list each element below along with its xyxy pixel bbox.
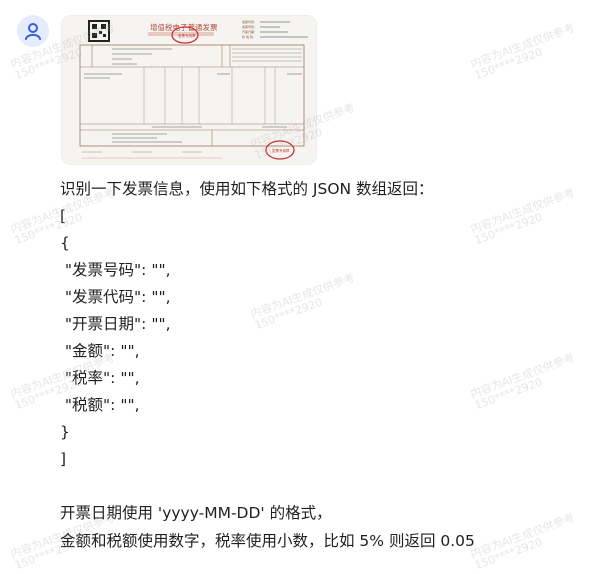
message-line: 识别一下发票信息，使用如下格式的 JSON 数组返回： [60,180,434,198]
watermark-line: 150****2920 [472,375,545,413]
watermark-line: 150****2920 [12,210,85,248]
message-line: "发票号码": "", [60,261,171,279]
watermark-line: 150****2920 [472,210,545,248]
message-line: "开票日期": "", [60,315,171,333]
message-line: 开票日期使用 'yyyy-MM-DD' 的格式， [60,504,332,522]
message-line: "发票代码": "", [60,288,171,306]
message-line: } [60,423,70,441]
watermark-line: 内容为AI生成仅供参考 [468,511,577,561]
watermark-line: 内容为AI生成仅供参考 [248,271,357,321]
watermark: 内容为AI生成仅供参考 150****2920 [468,186,580,248]
message-line: "税率": "", [60,369,140,387]
watermark: 内容为AI生成仅供参考 150****2920 [468,511,580,573]
watermark: 内容为AI生成仅供参考 150****2920 [248,271,360,333]
message-line: ] [60,450,67,468]
svg-text:开票日期：: 开票日期： [242,29,257,34]
user-avatar [17,15,49,47]
watermark-line: 150****2920 [472,535,545,573]
watermark-line: 内容为AI生成仅供参考 [468,21,577,71]
watermark-line: 内容为AI生成仅供参考 [468,351,577,401]
watermark-line: 150****2920 [472,45,545,83]
svg-text:校 验 码：: 校 验 码： [242,34,256,39]
message-line: 金额和税额使用数字，税率使用小数，比如 5% 则返回 0.05 [60,532,475,550]
user-icon [25,23,41,40]
watermark-line: 150****2920 [252,295,325,333]
watermark: 内容为AI生成仅供参考 150****2920 [468,351,580,413]
svg-text:发票专用章: 发票专用章 [178,33,196,38]
message-line: { [60,234,70,252]
message-line: [ [60,207,67,225]
watermark: 内容为AI生成仅供参考 150****2920 [468,21,580,83]
invoice-image-attachment[interactable]: 增值税电子普通发票 发票专用章 发票代码：发票号码： 开票日期：校 验 码： [61,15,317,165]
message-line: "金额": "", [60,342,140,360]
watermark-line: 内容为AI生成仅供参考 [468,186,577,236]
invoice-image: 增值税电子普通发票 发票专用章 发票代码：发票号码： 开票日期：校 验 码： 发… [62,16,316,164]
svg-text:发票专用章: 发票专用章 [272,148,290,153]
svg-text:发票代码：: 发票代码： [242,19,257,24]
svg-text:发票号码：: 发票号码： [242,24,257,29]
message-line: "税额": "", [60,396,140,414]
